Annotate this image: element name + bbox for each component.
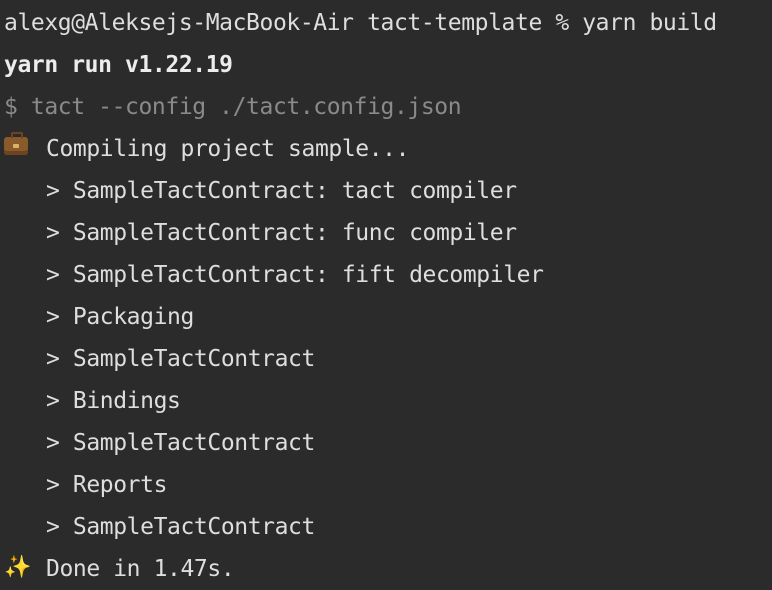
done-text: Done in 1.47s.: [46, 556, 235, 582]
step-line: > Bindings: [46, 388, 181, 414]
terminal-output[interactable]: alexg@Aleksejs-MacBook-Air tact-template…: [0, 0, 772, 590]
yarn-run-line: yarn run v1.22.19: [4, 52, 233, 78]
command-line: $ tact --config ./tact.config.json: [4, 94, 462, 120]
step-line: > SampleTactContract: [46, 514, 315, 540]
sparkles-icon: ✨: [4, 554, 31, 580]
done-line: ✨ Done in 1.47s.: [4, 548, 772, 590]
prompt-line: alexg@Aleksejs-MacBook-Air tact-template…: [4, 10, 717, 36]
step-line: > SampleTactContract: fift decompiler: [46, 262, 544, 288]
compiling-line: Compiling project sample...: [4, 128, 772, 170]
step-line: > SampleTactContract: [46, 346, 315, 372]
step-line: > SampleTactContract: func compiler: [46, 220, 517, 246]
step-line: > Reports: [46, 472, 168, 498]
briefcase-icon: [4, 127, 32, 169]
compiling-text: Compiling project sample...: [46, 136, 410, 162]
step-line: > SampleTactContract: tact compiler: [46, 178, 517, 204]
step-line: > SampleTactContract: [46, 430, 315, 456]
step-line: > Packaging: [46, 304, 194, 330]
